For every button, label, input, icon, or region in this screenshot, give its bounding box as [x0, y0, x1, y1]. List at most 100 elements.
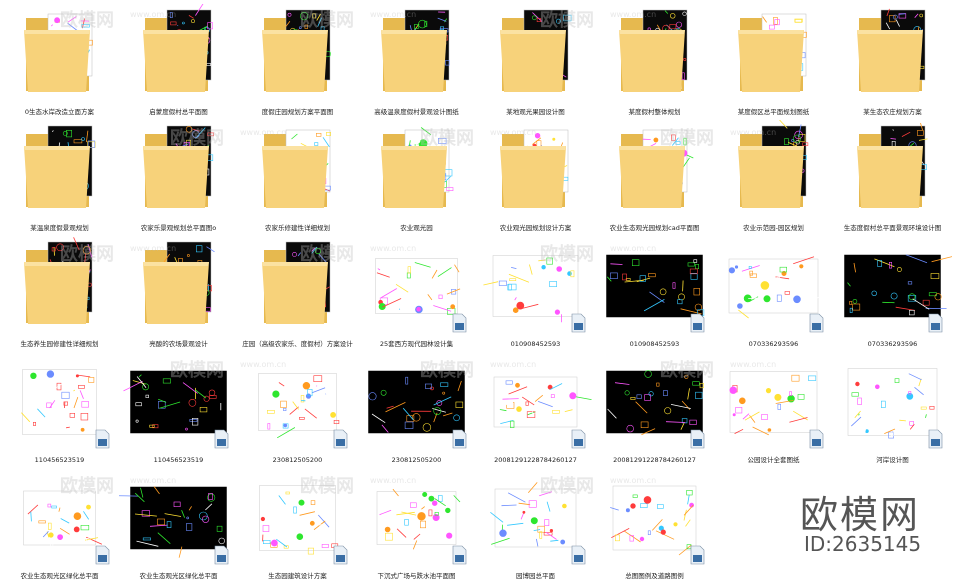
image-file-item[interactable]: 010908452593	[476, 236, 595, 352]
image-file-item[interactable]: 20081291228784260127	[595, 352, 714, 468]
folder-item[interactable]: 农业观光园规划设计方案	[476, 120, 595, 236]
image-thumbnail	[714, 236, 833, 336]
image-thumbnail	[0, 352, 119, 452]
image-file-item[interactable]: 园博园总平面	[476, 468, 595, 584]
image-thumbnail	[476, 352, 595, 452]
image-file-item[interactable]: 农业生态观光区绿化总平面	[119, 468, 238, 584]
brand-watermark: 欧模网 ID:2635145	[800, 484, 950, 580]
image-file-item[interactable]: 010908452593	[595, 236, 714, 352]
folder-item[interactable]: 0生态水岸改造立面方案	[0, 4, 119, 120]
file-name-label: 某地观光果园设计图	[476, 105, 595, 119]
folder-icon	[0, 120, 119, 220]
image-file-item[interactable]: 20081291228784260127	[476, 352, 595, 468]
folder-item[interactable]: 庄园（高级农家乐、度假村）方案设计	[238, 236, 357, 352]
file-name-label: 农家乐景观规划总平面图o	[119, 221, 238, 235]
image-file-item[interactable]: 生态园建筑设计方案	[238, 468, 357, 584]
folder-item[interactable]: 某温泉度假景观规划	[0, 120, 119, 236]
file-name-label: 110456523519	[0, 453, 119, 467]
file-name-label: 110456523519	[119, 453, 238, 467]
file-name-label: 某度假村整体规划	[595, 105, 714, 119]
image-thumbnail	[357, 236, 476, 336]
folder-item[interactable]: 高级温泉度假村景观设计图纸	[357, 4, 476, 120]
file-name-label: 某度假区总平面规划图纸	[714, 105, 833, 119]
image-file-item[interactable]: 070336293596	[714, 236, 833, 352]
folder-item[interactable]: 启蒙度假村总平面图	[119, 4, 238, 120]
file-name-label: 20081291228784260127	[595, 453, 714, 467]
file-name-label: 某温泉度假景观规划	[0, 221, 119, 235]
folder-item[interactable]: 某地观光果园设计图	[476, 4, 595, 120]
image-thumbnail	[476, 236, 595, 336]
file-name-label: 生态养生园修建性详细规划	[0, 337, 119, 351]
image-thumbnail	[119, 352, 238, 452]
image-thumbnail	[833, 236, 952, 336]
folder-item[interactable]: 农家乐修建性详细规划	[238, 120, 357, 236]
folder-icon	[595, 120, 714, 220]
image-thumbnail	[238, 468, 357, 568]
file-name-label: 0生态水岸改造立面方案	[0, 105, 119, 119]
file-name-label: 230812505200	[238, 453, 357, 467]
file-name-label: 园博园总平面	[476, 569, 595, 583]
image-file-item[interactable]: 230812505200	[238, 352, 357, 468]
file-name-label: 070336293596	[833, 337, 952, 351]
file-name-label: 25套西方现代园林设计集	[357, 337, 476, 351]
folder-icon	[238, 236, 357, 336]
folder-icon	[119, 120, 238, 220]
file-name-label: 度假庄园规划方案平面图	[238, 105, 357, 119]
image-thumbnail	[357, 352, 476, 452]
folder-icon	[833, 120, 952, 220]
folder-icon	[714, 4, 833, 104]
folder-item[interactable]: 某度假区总平面规划图纸	[714, 4, 833, 120]
image-thumbnail	[595, 236, 714, 336]
folder-item[interactable]: 农业示范园-园区规划	[714, 120, 833, 236]
file-name-label: 农业生态观光园规划cad平面图	[595, 221, 714, 235]
file-name-label: 河岸设计图	[833, 453, 952, 467]
image-file-item[interactable]: 25套西方现代园林设计集	[357, 236, 476, 352]
file-name-label: 高级温泉度假村景观设计图纸	[357, 105, 476, 119]
file-name-label: 亮酸的农场景观设计	[119, 337, 238, 351]
folder-icon	[357, 120, 476, 220]
image-file-item[interactable]: 下沉式广场与跌水池平面图	[357, 468, 476, 584]
file-name-label: 010908452593	[476, 337, 595, 351]
image-file-item[interactable]: 农业生态观光区绿化总平面	[0, 468, 119, 584]
folder-item[interactable]: 生态养生园修建性详细规划	[0, 236, 119, 352]
file-name-label: 农业生态观光区绿化总平面	[0, 569, 119, 583]
file-name-label: 下沉式广场与跌水池平面图	[357, 569, 476, 583]
image-file-item[interactable]: 公园设计全套图纸	[714, 352, 833, 468]
folder-item[interactable]: 亮酸的农场景观设计	[119, 236, 238, 352]
file-name-label: 230812505200	[357, 453, 476, 467]
folder-icon	[714, 120, 833, 220]
folder-item[interactable]: 农家乐景观规划总平面图o	[119, 120, 238, 236]
file-name-label: 农业观光园规划设计方案	[476, 221, 595, 235]
brand-name: 欧模网	[800, 484, 920, 539]
folder-item[interactable]: 某生态农庄规划方案	[833, 4, 952, 120]
image-thumbnail	[238, 352, 357, 452]
image-file-item[interactable]: 230812505200	[357, 352, 476, 468]
image-file-item[interactable]: 110456523519	[0, 352, 119, 468]
folder-icon	[357, 4, 476, 104]
image-thumbnail	[476, 468, 595, 568]
folder-item[interactable]: 生态度假村总平面景观环境设计图	[833, 120, 952, 236]
folder-item[interactable]: 度假庄园规划方案平面图	[238, 4, 357, 120]
folder-icon	[476, 120, 595, 220]
folder-item[interactable]: 农业生态观光园规划cad平面图	[595, 120, 714, 236]
image-file-item[interactable]: 总图图例及道路图例	[595, 468, 714, 584]
file-name-label: 070336293596	[714, 337, 833, 351]
folder-icon	[476, 4, 595, 104]
image-thumbnail	[595, 468, 714, 568]
image-thumbnail	[357, 468, 476, 568]
image-file-item[interactable]: 070336293596	[833, 236, 952, 352]
folder-item[interactable]: 农业观光园	[357, 120, 476, 236]
file-name-label: 某生态农庄规划方案	[833, 105, 952, 119]
image-file-item[interactable]: 110456523519	[119, 352, 238, 468]
folder-icon	[0, 4, 119, 104]
file-name-label: 公园设计全套图纸	[714, 453, 833, 467]
image-file-item[interactable]: 河岸设计图	[833, 352, 952, 468]
image-thumbnail	[833, 352, 952, 452]
folder-icon	[595, 4, 714, 104]
folder-icon	[238, 120, 357, 220]
image-thumbnail	[119, 468, 238, 568]
file-name-label: 农家乐修建性详细规划	[238, 221, 357, 235]
folder-item[interactable]: 某度假村整体规划	[595, 4, 714, 120]
file-name-label: 农业生态观光区绿化总平面	[119, 569, 238, 583]
file-name-label: 总图图例及道路图例	[595, 569, 714, 583]
